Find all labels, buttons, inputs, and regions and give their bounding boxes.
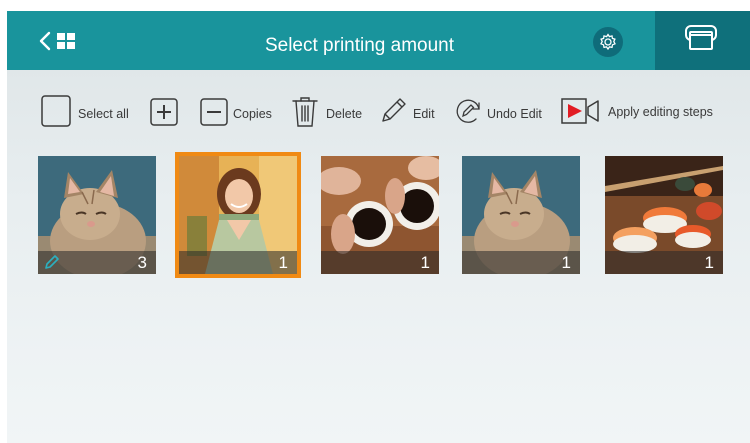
undo-edit-icon (456, 99, 480, 123)
checkbox-icon (41, 95, 71, 127)
undo-edit-button[interactable]: Undo Edit (452, 95, 552, 131)
minus-icon (200, 98, 228, 126)
app-window: Select printing amount Select all Copies… (7, 11, 750, 443)
edit-button[interactable]: Edit (377, 95, 439, 131)
copy-count: 3 (137, 253, 147, 272)
gear-icon (600, 33, 616, 51)
undo-edit-label: Undo Edit (487, 107, 542, 121)
photo-thumbnail-1[interactable]: 3 (38, 156, 156, 274)
copies-label: Copies (233, 107, 272, 121)
grid-icon (57, 33, 75, 49)
select-all-button[interactable]: Select all (41, 95, 136, 131)
chevron-left-icon (39, 31, 51, 51)
photo-thumbnail-5[interactable]: 1 (605, 156, 723, 274)
back-to-gallery-button[interactable] (37, 30, 89, 54)
photo-thumbnail-2[interactable]: 1 (175, 152, 301, 278)
photo-thumbnail-4[interactable]: 1 (462, 156, 580, 274)
printer-icon (685, 25, 717, 50)
select-all-label: Select all (78, 107, 129, 121)
pencil-icon (382, 98, 406, 122)
settings-button[interactable] (593, 27, 623, 57)
video-camera-icon (561, 98, 599, 124)
plus-icon (150, 98, 178, 126)
copy-count: 1 (420, 253, 430, 272)
trash-icon (292, 97, 318, 127)
increase-copies-button[interactable] (150, 95, 180, 131)
page-title: Select printing amount (264, 35, 455, 56)
copy-count: 1 (704, 253, 714, 272)
copy-count: 1 (278, 253, 288, 272)
delete-label: Delete (326, 107, 363, 121)
delete-button[interactable]: Delete (291, 95, 366, 131)
apply-editing-steps-button[interactable]: Apply editing steps (561, 95, 721, 131)
apply-editing-steps-label: Apply editing steps (608, 105, 713, 119)
copy-count: 1 (561, 253, 571, 272)
edited-pencil-icon (45, 255, 59, 269)
edit-label: Edit (413, 107, 435, 121)
print-button[interactable] (655, 11, 750, 70)
decrease-copies-button[interactable]: Copies (200, 95, 280, 131)
top-bar: Select printing amount (7, 11, 750, 70)
photo-thumbnail-3[interactable]: 1 (321, 156, 439, 274)
